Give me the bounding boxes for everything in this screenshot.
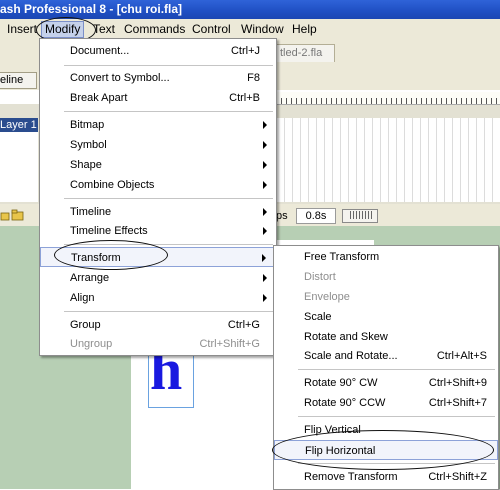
menu-commands[interactable]: Commands <box>121 22 188 37</box>
timeline-frames[interactable] <box>276 118 500 202</box>
annotation-oval-transform <box>54 240 168 270</box>
menu-item-remove-transform[interactable]: Remove Transform Ctrl+Shift+Z <box>274 467 498 487</box>
menu-item-label: Timeline <box>70 206 112 218</box>
menu-item-label: Remove Transform <box>304 471 398 483</box>
menu-item-shortcut: Ctrl+Shift+9 <box>428 377 487 389</box>
menu-item-label: Distort <box>304 271 336 283</box>
menu-item-rotate-90-ccw[interactable]: Rotate 90° CCW Ctrl+Shift+7 <box>274 393 498 413</box>
menu-item-shortcut: Ctrl+Shift+G <box>199 338 260 350</box>
submenu-arrow-icon <box>263 161 267 169</box>
menu-item-shortcut: Ctrl+J <box>230 45 260 57</box>
menu-separator <box>64 311 273 312</box>
submenu-arrow-icon <box>262 254 266 262</box>
frame-rate-label: ps <box>276 210 288 222</box>
menu-item-ungroup[interactable]: Ungroup Ctrl+Shift+G <box>40 334 276 354</box>
menu-item-label: Rotate 90° CW <box>304 377 378 389</box>
title-bar: ash Professional 8 - [chu roi.fla] <box>0 0 500 19</box>
menu-item-label: Rotate 90° CCW <box>304 397 386 409</box>
submenu-arrow-icon <box>263 227 267 235</box>
menu-insert[interactable]: Insert <box>4 22 40 37</box>
menu-item-label: Rotate and Skew <box>304 331 388 343</box>
document-tab[interactable]: tled-2.fla <box>276 44 335 63</box>
menu-item-shortcut: Ctrl+Shift+7 <box>428 397 487 409</box>
menu-item-break-apart[interactable]: Break Apart Ctrl+B <box>40 88 276 108</box>
layer-list <box>0 132 38 202</box>
submenu-arrow-icon <box>263 274 267 282</box>
submenu-arrow-icon <box>263 121 267 129</box>
menu-window[interactable]: Window <box>238 22 287 37</box>
menu-help[interactable]: Help <box>289 22 320 37</box>
menu-item-shape[interactable]: Shape <box>40 155 276 175</box>
submenu-arrow-icon <box>263 181 267 189</box>
menu-item-label: Scale and Rotate... <box>304 350 398 362</box>
submenu-arrow-icon <box>263 208 267 216</box>
menu-separator <box>298 369 495 370</box>
menu-item-label: Symbol <box>70 139 107 151</box>
menu-item-align[interactable]: Align <box>40 288 276 308</box>
menu-item-label: Free Transform <box>304 251 380 263</box>
menu-item-arrange[interactable]: Arrange <box>40 268 276 288</box>
menu-item-timeline[interactable]: Timeline <box>40 202 276 222</box>
insert-folder-icon[interactable] <box>0 209 26 221</box>
menu-item-convert-to-symbol[interactable]: Convert to Symbol... F8 <box>40 68 276 88</box>
menu-item-scale-and-rotate[interactable]: Scale and Rotate... Ctrl+Alt+S <box>274 346 498 366</box>
menu-item-label: Break Apart <box>70 92 128 104</box>
menu-item-shortcut: Ctrl+B <box>229 92 260 104</box>
menu-item-envelope[interactable]: Envelope <box>274 287 498 307</box>
menu-item-document[interactable]: Document... Ctrl+J <box>40 41 276 61</box>
menu-item-label: Ungroup <box>70 338 113 350</box>
menu-separator <box>64 111 273 112</box>
menu-item-scale[interactable]: Scale <box>274 307 498 327</box>
timeline-ruler[interactable] <box>276 92 500 105</box>
menu-item-shortcut: F8 <box>247 72 260 84</box>
menu-separator <box>64 65 273 66</box>
menu-item-shortcut: Ctrl+Alt+S <box>436 350 487 362</box>
scrollbar-thumb[interactable] <box>350 211 372 219</box>
menu-control[interactable]: Control <box>189 22 234 37</box>
layer-row[interactable]: Layer 1 <box>0 118 38 132</box>
submenu-arrow-icon <box>263 141 267 149</box>
menu-item-distort[interactable]: Distort <box>274 267 498 287</box>
menu-item-label: Combine Objects <box>70 179 155 191</box>
window-title: ash Professional 8 - [chu roi.fla] <box>0 2 183 16</box>
menu-item-rotate-and-skew[interactable]: Rotate and Skew <box>274 327 498 347</box>
annotation-oval-flip-horizontal <box>272 430 494 470</box>
menu-item-label: Timeline Effects <box>70 225 148 237</box>
menu-item-label: Align <box>70 292 95 304</box>
menu-item-label: Convert to Symbol... <box>70 72 170 84</box>
menu-item-label: Document... <box>70 45 130 57</box>
menu-item-symbol[interactable]: Symbol <box>40 135 276 155</box>
menu-item-rotate-90-cw[interactable]: Rotate 90° CW Ctrl+Shift+9 <box>274 373 498 393</box>
elapsed-time-field: 0.8s <box>296 208 336 224</box>
menu-item-timeline-effects[interactable]: Timeline Effects <box>40 221 276 241</box>
modify-menu: Document... Ctrl+J Convert to Symbol... … <box>39 38 277 356</box>
menu-item-label: Envelope <box>304 291 350 303</box>
menu-item-free-transform[interactable]: Free Transform <box>274 247 498 267</box>
menu-item-combine-objects[interactable]: Combine Objects <box>40 175 276 195</box>
menu-item-label: Group <box>70 319 101 331</box>
menu-item-group[interactable]: Group Ctrl+G <box>40 315 276 335</box>
timeline-toggle-button[interactable]: eline <box>0 72 37 89</box>
menu-item-label: Scale <box>304 311 332 323</box>
menu-separator <box>298 416 495 417</box>
menu-item-shortcut: Ctrl+Shift+Z <box>428 471 487 483</box>
menu-item-label: Bitmap <box>70 119 105 131</box>
menu-separator <box>64 198 273 199</box>
submenu-arrow-icon <box>263 294 267 302</box>
menu-item-label: Shape <box>70 159 102 171</box>
menu-item-shortcut: Ctrl+G <box>227 319 260 331</box>
menu-item-label: Arrange <box>70 272 110 284</box>
menu-item-bitmap[interactable]: Bitmap <box>40 115 276 135</box>
